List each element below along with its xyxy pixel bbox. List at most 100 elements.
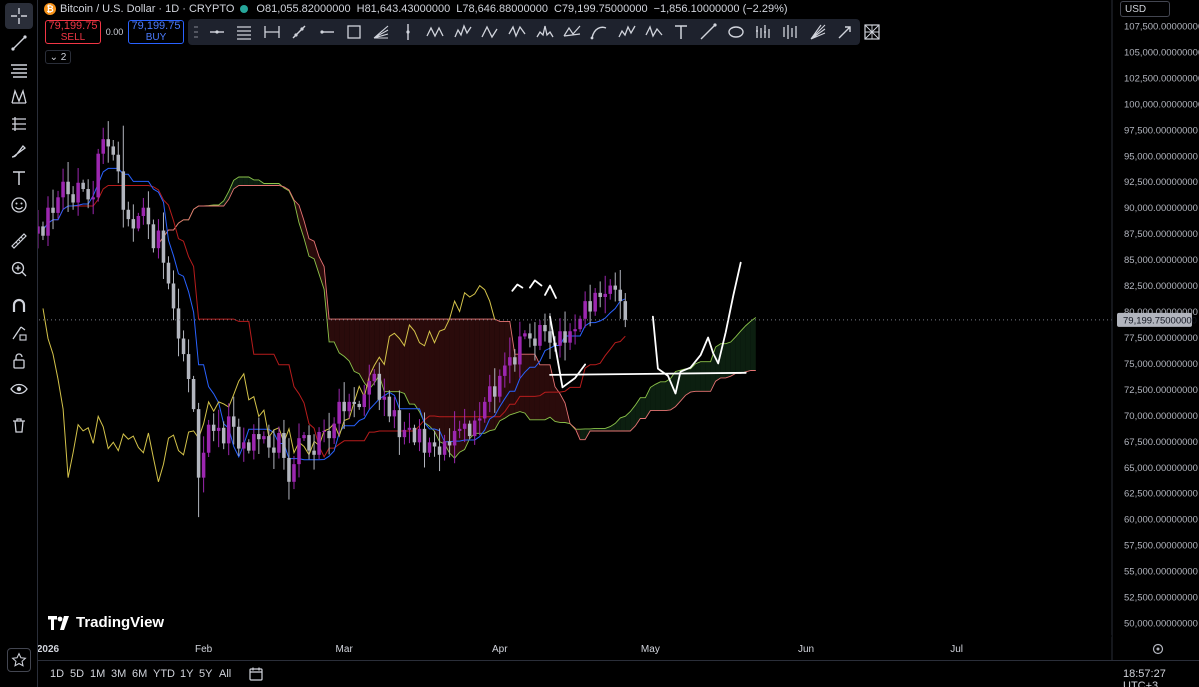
candle-body <box>282 432 286 458</box>
kumo-segment <box>394 319 400 392</box>
wave-pattern-icon[interactable] <box>425 22 445 42</box>
text-icon[interactable] <box>5 165 33 191</box>
range-1d-button[interactable]: 1D <box>50 668 64 680</box>
candle-body <box>528 333 532 339</box>
candle-body <box>377 373 382 400</box>
price-tick-label: 52,500.00000000 <box>1124 593 1198 604</box>
long-position-icon[interactable] <box>5 111 33 137</box>
drag-handle-icon[interactable] <box>194 26 198 38</box>
candle-body <box>41 226 45 236</box>
horizontal-ray-icon[interactable] <box>316 22 336 42</box>
price-chart[interactable]: 107,500.00000000 105,000.00000000 102,500.… <box>0 0 1199 687</box>
candle-body <box>342 401 346 412</box>
xabcd-pattern-icon[interactable] <box>5 84 33 110</box>
head-shoulders-icon[interactable] <box>535 22 555 42</box>
candle-body <box>156 230 161 249</box>
price-axis[interactable]: 107,500.00000000 105,000.00000000 102,500.… <box>1111 0 1199 660</box>
bitcoin-icon: ₿ <box>44 3 56 15</box>
crosshair-icon[interactable] <box>5 3 33 29</box>
abcd-pattern-icon[interactable] <box>480 22 500 42</box>
candle-body <box>457 428 462 431</box>
kumo-segment <box>253 179 259 186</box>
trend-line-icon[interactable] <box>5 30 33 56</box>
candle-body <box>583 301 587 319</box>
candle-body <box>452 430 457 446</box>
magnet-icon[interactable] <box>5 293 33 319</box>
candle-body <box>372 373 377 382</box>
parallel-channel-icon[interactable] <box>234 22 254 42</box>
candle-body <box>146 207 151 225</box>
date-range-calendar-icon[interactable] <box>248 666 264 685</box>
kumo-segment <box>444 319 450 454</box>
clock[interactable]: 18:57:27 UTC+3 <box>1123 668 1199 687</box>
candle-body <box>287 457 291 482</box>
fib-fan-icon[interactable] <box>371 22 391 42</box>
range-6m-button[interactable]: 6M <box>132 668 147 680</box>
buy-button[interactable]: 79,199.75 BUY <box>128 20 184 44</box>
horizontal-line-icon[interactable] <box>207 22 227 42</box>
symbol-title[interactable]: Bitcoin / U.S. Dollar · 1D · CRYPTO <box>60 3 234 15</box>
arrow-icon[interactable] <box>835 22 855 42</box>
candle-body <box>257 434 261 440</box>
candle-body <box>518 336 522 365</box>
rectangle-icon[interactable] <box>344 22 364 42</box>
trend-line-icon[interactable] <box>289 22 309 42</box>
ruler-icon[interactable] <box>5 228 33 254</box>
kumo-segment <box>359 319 365 383</box>
candle-body <box>297 438 301 465</box>
fib-retracement-icon[interactable] <box>5 57 33 83</box>
unlock-icon[interactable] <box>5 348 33 374</box>
candle-body <box>538 325 542 346</box>
candle-body <box>272 447 276 453</box>
zoom-in-icon[interactable] <box>5 256 33 282</box>
favorite-star-icon[interactable] <box>7 648 31 672</box>
lock-drawing-icon[interactable] <box>5 320 33 346</box>
spread-value: 0.00 <box>105 27 124 37</box>
cypher-pattern-icon[interactable] <box>644 22 664 42</box>
range-all-button[interactable]: All <box>219 668 231 680</box>
currency-select[interactable]: USD <box>1120 1 1170 17</box>
range-1m-button[interactable]: 1M <box>90 668 105 680</box>
text-icon[interactable] <box>671 22 691 42</box>
price-tick-label: 102,500.00000000 <box>1124 73 1199 84</box>
candle-body <box>573 329 577 332</box>
candle-body <box>71 194 75 203</box>
elliott-wave-icon[interactable] <box>453 22 473 42</box>
ghost-feed-icon[interactable] <box>780 22 800 42</box>
eye-icon[interactable] <box>5 376 33 402</box>
three-drives-icon[interactable] <box>617 22 637 42</box>
price-tick-label: 90,000.00000000 <box>1124 203 1198 214</box>
range-5y-button[interactable]: 5Y <box>199 668 212 680</box>
date-range-icon[interactable] <box>262 22 282 42</box>
bars-pattern-icon[interactable] <box>753 22 773 42</box>
kumo-segment <box>459 319 465 453</box>
candle-body <box>121 171 126 210</box>
sell-button[interactable]: 79,199.75 SELL <box>45 20 101 44</box>
candle-body <box>226 416 231 444</box>
candle-body <box>422 428 427 453</box>
candle-body <box>412 427 417 443</box>
xabcd-pattern-icon[interactable] <box>507 22 527 42</box>
time-axis[interactable]: 2026 Feb Mar Apr May Jun Jul <box>37 635 1164 655</box>
brush-icon[interactable] <box>5 138 33 164</box>
ellipse-icon[interactable] <box>726 22 746 42</box>
triangle-pattern-icon[interactable] <box>562 22 582 42</box>
indicators-toggle[interactable]: ⌄ 2 <box>45 50 71 64</box>
gann-fan-icon[interactable] <box>808 22 828 42</box>
trend-angle-icon[interactable] <box>698 22 718 42</box>
range-1y-button[interactable]: 1Y <box>180 668 193 680</box>
axis-settings-icon <box>1152 643 1164 655</box>
candle-body <box>126 209 131 220</box>
candle-body <box>176 308 181 339</box>
trash-icon[interactable] <box>5 412 33 438</box>
curve-icon[interactable] <box>589 22 609 42</box>
sell-label: SELL <box>60 31 86 43</box>
range-5d-button[interactable]: 5D <box>70 668 84 680</box>
range-3m-button[interactable]: 3M <box>111 668 126 680</box>
range-ytd-button[interactable]: YTD <box>153 668 175 680</box>
candle-body <box>613 285 618 290</box>
emoji-icon[interactable] <box>5 192 33 218</box>
gann-box-icon[interactable] <box>862 22 882 42</box>
vertical-line-icon[interactable] <box>398 22 418 42</box>
candle-body <box>312 450 316 455</box>
